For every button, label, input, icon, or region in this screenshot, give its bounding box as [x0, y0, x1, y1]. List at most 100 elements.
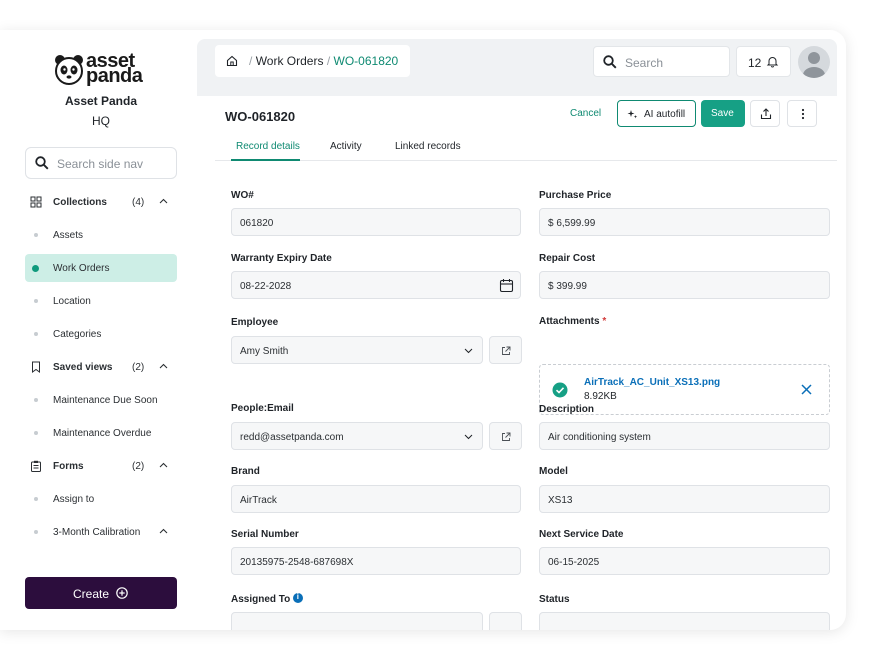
- serial-number-value: 20135975-2548-687698X: [240, 557, 354, 568]
- sidebar-item-label: 3-Month Calibration: [53, 527, 141, 538]
- bullet-dot: [34, 497, 38, 501]
- external-link-icon: [502, 346, 511, 355]
- sidebar-item-3-month-calibration[interactable]: 3-Month Calibration: [25, 518, 177, 546]
- status-select[interactable]: [539, 612, 830, 630]
- sidebar-item-label: Location: [53, 296, 91, 307]
- tab-record-details[interactable]: Record details: [236, 141, 300, 152]
- search-icon: [35, 156, 49, 170]
- chevron-down-icon: [464, 434, 473, 440]
- notification-count: 12: [748, 56, 762, 70]
- assigned-to-label-text: Assigned To: [231, 594, 291, 605]
- cancel-button[interactable]: Cancel: [570, 108, 601, 119]
- bookmark-icon: [30, 361, 42, 373]
- warranty-expiry-value: 08-22-2028: [240, 281, 292, 292]
- sidebar-item-forms[interactable]: Forms (2): [25, 452, 177, 480]
- wo-number-field[interactable]: 061820: [231, 208, 521, 236]
- employee-label: Employee: [231, 317, 279, 328]
- side-nav-search-input[interactable]: Search side nav: [25, 147, 177, 179]
- share-button[interactable]: [750, 100, 780, 127]
- warranty-expiry-label: Warranty Expiry Date: [231, 253, 332, 264]
- breadcrumb-separator: /: [249, 54, 253, 68]
- breadcrumb-work-orders[interactable]: Work Orders: [256, 54, 324, 68]
- chevron-up-icon[interactable]: [159, 527, 168, 536]
- org-name: Asset Panda: [64, 94, 138, 108]
- grid-icon: [30, 196, 42, 208]
- sidebar-item-work-orders[interactable]: Work Orders: [25, 254, 177, 282]
- home-icon[interactable]: [226, 55, 238, 67]
- sidebar-item-assign-to[interactable]: Assign to: [25, 485, 177, 513]
- user-avatar[interactable]: [798, 46, 830, 78]
- ai-autofill-button[interactable]: AI autofill: [617, 100, 696, 127]
- assigned-to-open-link-button[interactable]: [489, 612, 522, 630]
- more-options-button[interactable]: [787, 100, 817, 127]
- model-field[interactable]: XS13: [539, 485, 830, 513]
- purchase-price-label: Purchase Price: [539, 190, 612, 201]
- sidebar-item-location[interactable]: Location: [25, 287, 177, 315]
- purchase-price-field[interactable]: $ 6,599.99: [539, 208, 830, 236]
- sidebar-item-collections[interactable]: Collections (4): [25, 188, 177, 216]
- calendar-icon[interactable]: [499, 278, 514, 293]
- attachment-file-name[interactable]: AirTrack_AC_Unit_XS13.png: [584, 377, 720, 388]
- chevron-up-icon[interactable]: [159, 461, 168, 470]
- global-search-input[interactable]: Search: [593, 46, 730, 77]
- sidebar-section-label: Collections: [53, 197, 107, 208]
- brand-field[interactable]: AirTrack: [231, 485, 521, 513]
- bullet-dot: [34, 299, 38, 303]
- sidebar-item-assets[interactable]: Assets: [25, 221, 177, 249]
- repair-cost-field[interactable]: $ 399.99: [539, 271, 830, 299]
- chevron-up-icon[interactable]: [159, 197, 168, 206]
- people-email-select[interactable]: redd@assetpanda.com: [231, 422, 483, 450]
- save-button[interactable]: Save: [701, 100, 745, 127]
- people-email-label: People:Email: [231, 403, 294, 414]
- create-button[interactable]: Create: [25, 577, 177, 609]
- app-window: asset panda Asset Panda HQ Search side n…: [0, 30, 846, 630]
- assigned-to-select[interactable]: [231, 612, 483, 630]
- vertical-dots-icon: [801, 108, 805, 120]
- asset-panda-logo[interactable]: asset panda: [52, 50, 152, 90]
- sidebar-item-label: Maintenance Due Soon: [53, 395, 158, 406]
- brand-label: Brand: [231, 466, 260, 477]
- people-email-open-link-button[interactable]: [489, 422, 522, 450]
- notifications-button[interactable]: 12: [736, 46, 791, 77]
- next-service-date-label: Next Service Date: [539, 529, 624, 540]
- sidebar-section-label: Forms: [53, 461, 84, 472]
- status-label: Status: [539, 594, 570, 605]
- next-service-date-field[interactable]: 06-15-2025: [539, 547, 830, 575]
- bullet-dot: [34, 431, 38, 435]
- chevron-up-icon[interactable]: [159, 362, 168, 371]
- sidebar-item-categories[interactable]: Categories: [25, 320, 177, 348]
- repair-cost-value: $ 399.99: [548, 281, 587, 292]
- bullet-dot: [34, 398, 38, 402]
- sidebar-item-saved-views[interactable]: Saved views (2): [25, 353, 177, 381]
- sidebar: asset panda Asset Panda HQ Search side n…: [0, 30, 197, 630]
- top-bar: / Work Orders / WO-061820 Search 12: [197, 39, 837, 96]
- employee-select[interactable]: Amy Smith: [231, 336, 483, 364]
- ai-autofill-label: AI autofill: [644, 109, 686, 120]
- attachments-label-text: Attachments: [539, 316, 600, 327]
- record-title: WO-061820: [225, 109, 296, 124]
- close-icon[interactable]: [801, 384, 812, 395]
- sidebar-section-count: (4): [132, 197, 145, 208]
- model-label: Model: [539, 466, 568, 477]
- info-icon[interactable]: [293, 592, 304, 603]
- sidebar-item-label: Categories: [53, 329, 102, 340]
- serial-number-field[interactable]: 20135975-2548-687698X: [231, 547, 521, 575]
- description-field[interactable]: Air conditioning system: [539, 422, 830, 450]
- purchase-price-value: $ 6,599.99: [548, 218, 596, 229]
- bell-icon: [766, 57, 779, 68]
- warranty-expiry-field[interactable]: 08-22-2028: [231, 271, 521, 299]
- sidebar-item-label: Work Orders: [53, 263, 110, 274]
- check-circle-icon: [552, 382, 568, 398]
- breadcrumb-separator: /: [326, 54, 331, 68]
- description-value: Air conditioning system: [548, 432, 651, 443]
- global-search-placeholder: Search: [625, 56, 664, 70]
- tab-activity[interactable]: Activity: [330, 141, 362, 152]
- tab-linked-records[interactable]: Linked records: [395, 141, 461, 152]
- sidebar-item-maintenance-overdue[interactable]: Maintenance Overdue: [25, 419, 177, 447]
- employee-open-link-button[interactable]: [489, 336, 522, 364]
- bullet-dot: [34, 332, 38, 336]
- sidebar-item-maintenance-due-soon[interactable]: Maintenance Due Soon: [25, 386, 177, 414]
- sidebar-item-label: Assets: [53, 230, 84, 241]
- panda-icon: [55, 55, 83, 85]
- wo-number-label: WO#: [231, 190, 254, 201]
